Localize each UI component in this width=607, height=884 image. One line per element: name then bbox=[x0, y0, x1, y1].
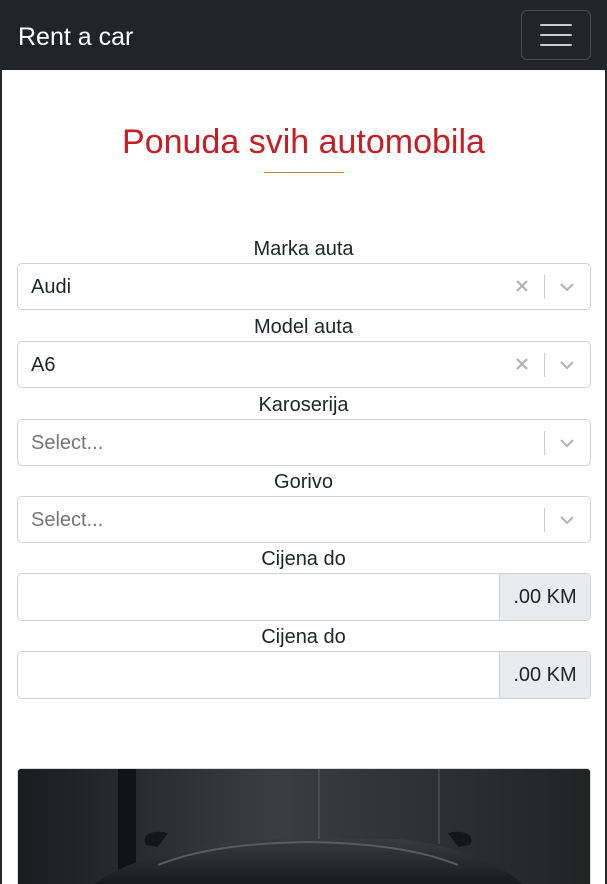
page: Rent a car Ponuda svih automobila Marka … bbox=[0, 0, 607, 884]
price-max-input[interactable] bbox=[17, 573, 500, 621]
price-max-input-group: .00 KM bbox=[17, 573, 591, 621]
clear-icon[interactable] bbox=[514, 354, 530, 376]
price-max-input-2[interactable] bbox=[17, 651, 500, 699]
chevron-down-icon[interactable] bbox=[559, 511, 575, 529]
price-currency-addon-2: .00 KM bbox=[499, 651, 591, 699]
car-card[interactable] bbox=[17, 768, 591, 884]
navbar-toggle-button[interactable] bbox=[521, 10, 591, 60]
price-currency-addon: .00 KM bbox=[499, 573, 591, 621]
fuel-select[interactable]: Select... bbox=[17, 496, 591, 543]
fuel-label: Gorivo bbox=[274, 471, 333, 493]
select-separator bbox=[544, 431, 545, 455]
page-title: Ponuda svih automobila bbox=[122, 123, 485, 161]
body-type-label: Karoserija bbox=[258, 394, 349, 416]
select-separator bbox=[544, 353, 545, 377]
chevron-down-icon[interactable] bbox=[559, 278, 575, 296]
price-max-label-2: Cijena do bbox=[261, 626, 346, 648]
chevron-down-icon[interactable] bbox=[559, 356, 575, 374]
select-separator bbox=[544, 275, 545, 299]
fuel-placeholder: Select... bbox=[31, 509, 104, 531]
price-max-input-group-2: .00 KM bbox=[17, 651, 591, 699]
title-underline bbox=[264, 172, 344, 173]
model-label: Model auta bbox=[254, 316, 353, 338]
navbar-brand[interactable]: Rent a car bbox=[18, 20, 133, 54]
clear-icon[interactable] bbox=[514, 276, 530, 298]
chevron-down-icon[interactable] bbox=[559, 434, 575, 452]
body-type-select[interactable]: Select... bbox=[17, 419, 591, 466]
hamburger-icon bbox=[540, 24, 572, 26]
body-type-placeholder: Select... bbox=[31, 432, 104, 454]
car-image bbox=[18, 769, 590, 884]
price-max-label: Cijena do bbox=[261, 548, 346, 570]
model-select[interactable]: A6 bbox=[17, 341, 591, 388]
navbar: Rent a car bbox=[2, 0, 605, 70]
select-separator bbox=[544, 508, 545, 532]
brand-select[interactable]: Audi bbox=[17, 263, 591, 310]
model-select-value: A6 bbox=[31, 354, 56, 376]
brand-label: Marka auta bbox=[253, 238, 354, 260]
brand-select-value: Audi bbox=[31, 276, 72, 298]
